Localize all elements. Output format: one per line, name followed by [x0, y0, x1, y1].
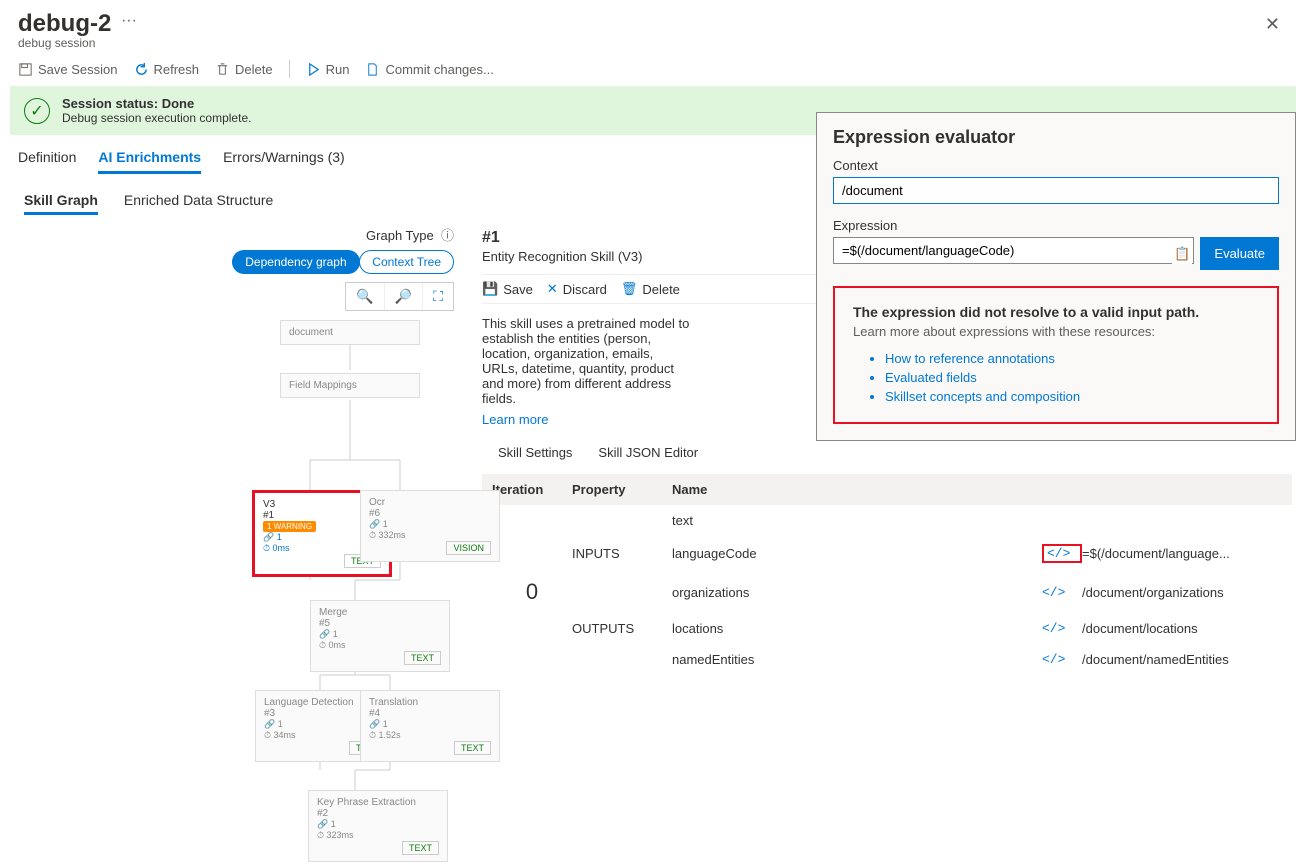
tab-ai-enrichments[interactable]: AI Enrichments	[98, 143, 201, 174]
col-property: Property	[572, 482, 672, 497]
code-icon[interactable]: </>	[1042, 621, 1082, 636]
status-subtitle: Debug session execution complete.	[62, 111, 251, 125]
table-row: OUTPUTS locations </> /document/location…	[482, 613, 1292, 644]
node-ocr[interactable]: Ocr#6 🔗 1 ⏱ 332ms VISION	[360, 490, 500, 562]
graph-canvas[interactable]: document Field Mappings V3 #1 1 WARNING …	[0, 315, 468, 835]
expr-languagecode: =$(/document/language...	[1082, 546, 1282, 561]
evaluator-title: Expression evaluator	[833, 127, 1279, 148]
detail-tabs: Skill Settings Skill JSON Editor	[498, 441, 1292, 464]
expr-organizations: /document/organizations	[1082, 585, 1282, 600]
expr-locations: /document/locations	[1082, 621, 1282, 636]
expression-evaluator-panel: Expression evaluator Context Expression …	[816, 112, 1296, 441]
zoom-fit-icon[interactable]: ⛶	[423, 283, 453, 310]
node-field-mappings[interactable]: Field Mappings	[280, 373, 420, 398]
run-button[interactable]: Run	[306, 62, 350, 77]
context-input[interactable]	[833, 177, 1279, 204]
error-help-text: Learn more about expressions with these …	[853, 324, 1259, 339]
trash-icon	[215, 62, 230, 77]
skill-description: This skill uses a pretrained model to es…	[482, 316, 692, 406]
help-link-annotations[interactable]: How to reference annotations	[885, 349, 1259, 368]
subtab-enriched-data[interactable]: Enriched Data Structure	[124, 188, 273, 215]
skill-data-table: Iteration Property Name text INPUTS lang…	[482, 474, 1292, 675]
toolbar-divider	[289, 60, 290, 78]
context-label: Context	[833, 158, 1279, 173]
pill-dependency-graph[interactable]: Dependency graph	[232, 250, 359, 274]
node-merge[interactable]: Merge#5 🔗 1 ⏱ 0ms TEXT	[310, 600, 450, 672]
save-icon	[18, 62, 33, 77]
expression-input[interactable]	[833, 237, 1194, 264]
tab-errors[interactable]: Errors/Warnings (3)	[223, 143, 345, 174]
run-label: Run	[326, 62, 350, 77]
info-icon[interactable]: ⓘ	[437, 228, 454, 243]
cell-organizations: organizations	[672, 585, 802, 600]
commit-label: Commit changes...	[385, 62, 493, 77]
refresh-label: Refresh	[154, 62, 200, 77]
page-subtitle: debug session	[18, 36, 137, 50]
toolbar: Save Session Refresh Delete Run Commit c…	[0, 52, 1306, 86]
cell-locations: locations	[672, 621, 802, 636]
refresh-icon	[134, 62, 149, 77]
node-key-phrase[interactable]: Key Phrase Extraction#2 🔗 1 ⏱ 323ms TEXT	[308, 790, 448, 862]
error-message: The expression did not resolve to a vali…	[853, 304, 1259, 320]
subtab-skill-graph[interactable]: Skill Graph	[24, 188, 98, 215]
delete-button[interactable]: Delete	[215, 62, 273, 77]
expression-label: Expression	[833, 218, 1279, 233]
status-title: Session status: Done	[62, 96, 251, 111]
page-title: debug-2	[18, 10, 111, 37]
help-link-evaluated-fields[interactable]: Evaluated fields	[885, 368, 1259, 387]
save-session-label: Save Session	[38, 62, 118, 77]
node-document[interactable]: document	[280, 320, 420, 345]
detail-delete-button[interactable]: 🗑Delete	[621, 281, 680, 297]
table-row: 0 organizations </> /document/organizati…	[482, 571, 1292, 613]
document-icon	[365, 62, 380, 77]
zoom-out-icon[interactable]: 🔍	[346, 283, 384, 310]
table-row: INPUTS languageCode </> =$(/document/lan…	[482, 536, 1292, 571]
save-session-button[interactable]: Save Session	[18, 62, 118, 77]
col-name: Name	[672, 482, 802, 497]
cell-namedentities: namedEntities	[672, 652, 802, 667]
detail-save-button[interactable]: 💾Save	[482, 281, 533, 297]
zoom-controls: 🔍 🔎 ⛶	[345, 282, 454, 311]
success-icon: ✓	[24, 98, 50, 124]
table-row: namedEntities </> /document/namedEntitie…	[482, 644, 1292, 675]
help-link-skillset-concepts[interactable]: Skillset concepts and composition	[885, 387, 1259, 406]
cell-text: text	[672, 513, 802, 528]
play-icon	[306, 62, 321, 77]
tab-skill-settings[interactable]: Skill Settings	[498, 441, 572, 464]
detail-discard-button[interactable]: ✕Discard	[547, 281, 607, 297]
node-translation[interactable]: Translation#4 🔗 1 ⏱ 1.52s TEXT	[360, 690, 500, 762]
table-row: text	[482, 505, 1292, 536]
iteration-count: 0	[492, 579, 572, 605]
inputs-label: INPUTS	[572, 546, 672, 561]
pill-context-tree[interactable]: Context Tree	[359, 250, 454, 274]
refresh-button[interactable]: Refresh	[134, 62, 200, 77]
cell-languagecode: languageCode	[672, 546, 802, 561]
expr-namedentities: /document/namedEntities	[1082, 652, 1282, 667]
delete-label: Delete	[235, 62, 273, 77]
graph-type-label: Graph Type	[366, 228, 434, 243]
tab-skill-json[interactable]: Skill JSON Editor	[598, 441, 698, 464]
close-icon[interactable]: ✕	[1257, 10, 1288, 39]
copy-icon[interactable]: 📋	[1172, 244, 1192, 264]
evaluate-button[interactable]: Evaluate	[1200, 237, 1279, 270]
graph-panel: Graph Type ⓘ Dependency graph Context Tr…	[0, 215, 468, 835]
col-iteration: Iteration	[492, 482, 572, 497]
more-menu-icon[interactable]: ···	[115, 12, 137, 29]
page-header: debug-2 ··· debug session ✕	[0, 0, 1306, 52]
tab-definition[interactable]: Definition	[18, 143, 76, 174]
zoom-in-icon[interactable]: 🔎	[385, 283, 423, 310]
evaluator-error-box: The expression did not resolve to a vali…	[833, 286, 1279, 424]
code-icon[interactable]: </>	[1042, 585, 1082, 600]
code-icon[interactable]: </>	[1042, 544, 1082, 563]
code-icon[interactable]: </>	[1042, 652, 1082, 667]
outputs-label: OUTPUTS	[572, 621, 672, 636]
commit-button[interactable]: Commit changes...	[365, 62, 493, 77]
